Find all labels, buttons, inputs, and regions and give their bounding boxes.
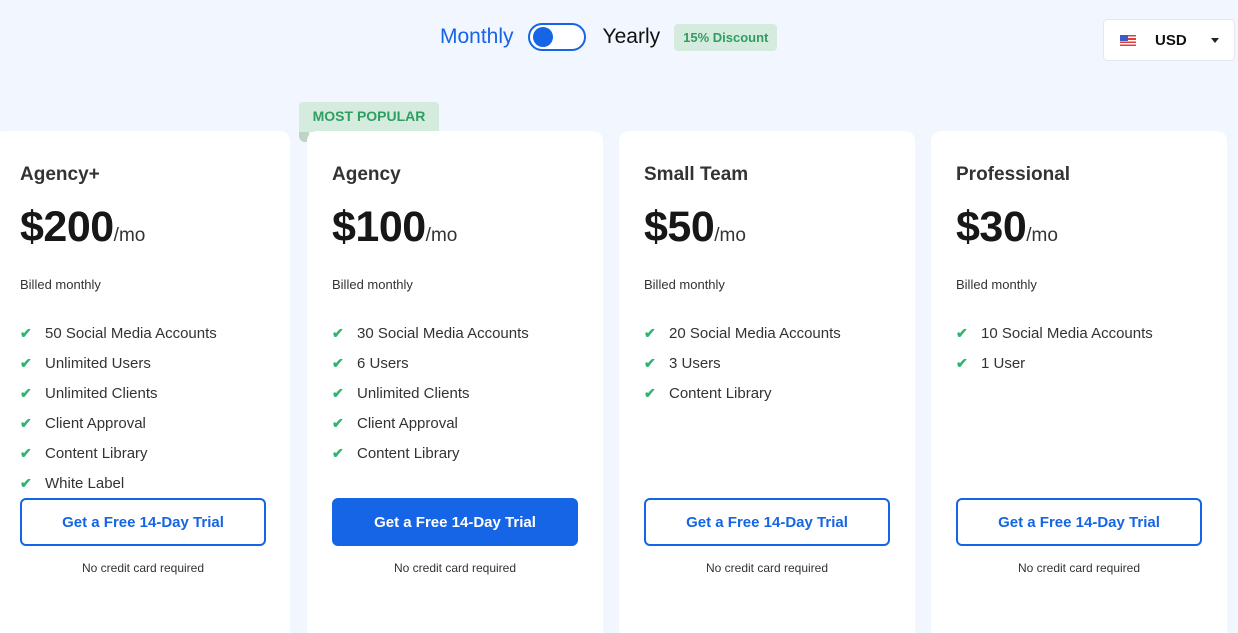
plan-price: $30: [956, 203, 1027, 251]
feature-label: Unlimited Clients: [45, 384, 158, 402]
feature-list: ✔ 20 Social Media Accounts ✔ 3 Users ✔ Cont…: [644, 318, 895, 498]
plan-card-professional: Professional $30 /mo Billed monthly ✔ 10 …: [931, 131, 1227, 633]
free-trial-button[interactable]: Get a Free 14-Day Trial: [644, 498, 890, 546]
billing-switch[interactable]: [527, 23, 586, 51]
feature-label: White Label: [45, 474, 125, 492]
check-icon: ✔: [332, 415, 344, 431]
price-period: /mo: [425, 225, 458, 246]
no-credit-card-note: No credit card required: [81, 561, 205, 575]
feature-label: Content Library: [45, 444, 148, 462]
check-icon: ✔: [20, 415, 32, 431]
billing-note: Billed monthly: [644, 277, 725, 292]
switch-knob: [532, 27, 553, 47]
feature-label: Unlimited Users: [45, 354, 151, 372]
no-credit-card-note: No credit card required: [705, 561, 829, 575]
price-period: /mo: [113, 225, 146, 246]
currency-value: USD: [1155, 31, 1187, 49]
check-icon: ✔: [956, 325, 968, 341]
feature-item: ✔ 20 Social Media Accounts: [644, 318, 895, 348]
feature-item: ✔ 1 User: [956, 348, 1207, 378]
check-icon: ✔: [644, 355, 656, 371]
feature-item: ✔ White Label: [20, 468, 270, 498]
feature-item: ✔ 6 Users: [332, 348, 583, 378]
no-credit-card-note: No credit card required: [1017, 561, 1141, 575]
feature-item: ✔ Client Approval: [332, 408, 583, 438]
feature-item: ✔ 50 Social Media Accounts: [20, 318, 270, 348]
price-row: $200 /mo: [20, 203, 270, 253]
price-period: /mo: [714, 225, 746, 246]
feature-item: ✔ Content Library: [644, 378, 895, 408]
feature-label: 1 User: [981, 354, 1026, 372]
check-icon: ✔: [332, 355, 344, 371]
feature-label: Content Library: [357, 444, 460, 462]
feature-label: 30 Social Media Accounts: [357, 324, 529, 342]
yearly-label[interactable]: Yearly: [603, 25, 661, 49]
feature-item: ✔ Content Library: [20, 438, 270, 468]
feature-label: Client Approval: [45, 414, 146, 432]
price-row: $30 /mo: [956, 203, 1207, 253]
discount-badge: 15% Discount: [674, 23, 778, 51]
plan-name: Professional: [956, 164, 1071, 185]
feature-label: 50 Social Media Accounts: [45, 324, 217, 342]
free-trial-button[interactable]: Get a Free 14-Day Trial: [956, 498, 1202, 546]
price-row: $100 /mo: [332, 203, 583, 253]
plan-card-agency-plus: Agency+ $200 /mo Billed monthly ✔ 50 Soci…: [0, 131, 290, 633]
feature-label: 6 Users: [357, 354, 409, 372]
feature-list: ✔ 30 Social Media Accounts ✔ 6 Users ✔ Unli…: [332, 318, 583, 498]
feature-label: Content Library: [669, 384, 772, 402]
billing-note: Billed monthly: [20, 277, 101, 292]
feature-label: 10 Social Media Accounts: [981, 324, 1153, 342]
no-credit-card-note: No credit card required: [393, 561, 517, 575]
feature-item: ✔ 3 Users: [644, 348, 895, 378]
plan-card-small-team: Small Team $50 /mo Billed monthly ✔ 20 So…: [619, 131, 915, 633]
plan-price: $100: [332, 203, 426, 251]
check-icon: ✔: [20, 385, 32, 401]
check-icon: ✔: [332, 385, 344, 401]
check-icon: ✔: [332, 445, 344, 461]
plan-price: $50: [644, 203, 715, 251]
currency-select[interactable]: USD: [1103, 19, 1235, 61]
check-icon: ✔: [332, 325, 344, 341]
check-icon: ✔: [644, 325, 656, 341]
feature-item: ✔ Content Library: [332, 438, 583, 468]
plan-name: Agency+: [20, 164, 100, 185]
feature-label: 20 Social Media Accounts: [669, 324, 841, 342]
plan-price: $200: [20, 203, 114, 251]
feature-item: ✔ Client Approval: [20, 408, 270, 438]
billing-note: Billed monthly: [956, 277, 1037, 292]
check-icon: ✔: [20, 355, 32, 371]
free-trial-button[interactable]: Get a Free 14-Day Trial: [332, 498, 578, 546]
billing-toggle: Monthly Yearly 15% Discount: [440, 22, 778, 52]
billing-note: Billed monthly: [332, 277, 413, 292]
feature-item: ✔ Unlimited Clients: [332, 378, 583, 408]
free-trial-button[interactable]: Get a Free 14-Day Trial: [20, 498, 266, 546]
feature-item: ✔ 30 Social Media Accounts: [332, 318, 583, 348]
check-icon: ✔: [20, 445, 32, 461]
feature-item: ✔ 10 Social Media Accounts: [956, 318, 1207, 348]
plan-card-agency: Agency $100 /mo Billed monthly ✔ 30 Socia…: [307, 131, 603, 633]
check-icon: ✔: [20, 475, 32, 491]
feature-list: ✔ 10 Social Media Accounts ✔ 1 User: [956, 318, 1207, 498]
feature-label: Client Approval: [357, 414, 458, 432]
us-flag-icon: [1120, 34, 1136, 46]
check-icon: ✔: [644, 385, 656, 401]
feature-label: 3 Users: [669, 354, 721, 372]
caret-down-icon: [1211, 37, 1219, 43]
check-icon: ✔: [956, 355, 968, 371]
price-period: /mo: [1026, 225, 1058, 246]
plan-name: Small Team: [644, 164, 749, 185]
feature-item: ✔ Unlimited Clients: [20, 378, 270, 408]
monthly-label[interactable]: Monthly: [440, 25, 514, 49]
check-icon: ✔: [20, 325, 32, 341]
feature-item: ✔ Unlimited Users: [20, 348, 270, 378]
plan-name: Agency: [332, 164, 401, 185]
feature-list: ✔ 50 Social Media Accounts ✔ Unlimited Use…: [20, 318, 270, 498]
most-popular-badge: MOST POPULAR: [299, 102, 439, 142]
price-row: $50 /mo: [644, 203, 895, 253]
feature-label: Unlimited Clients: [357, 384, 470, 402]
